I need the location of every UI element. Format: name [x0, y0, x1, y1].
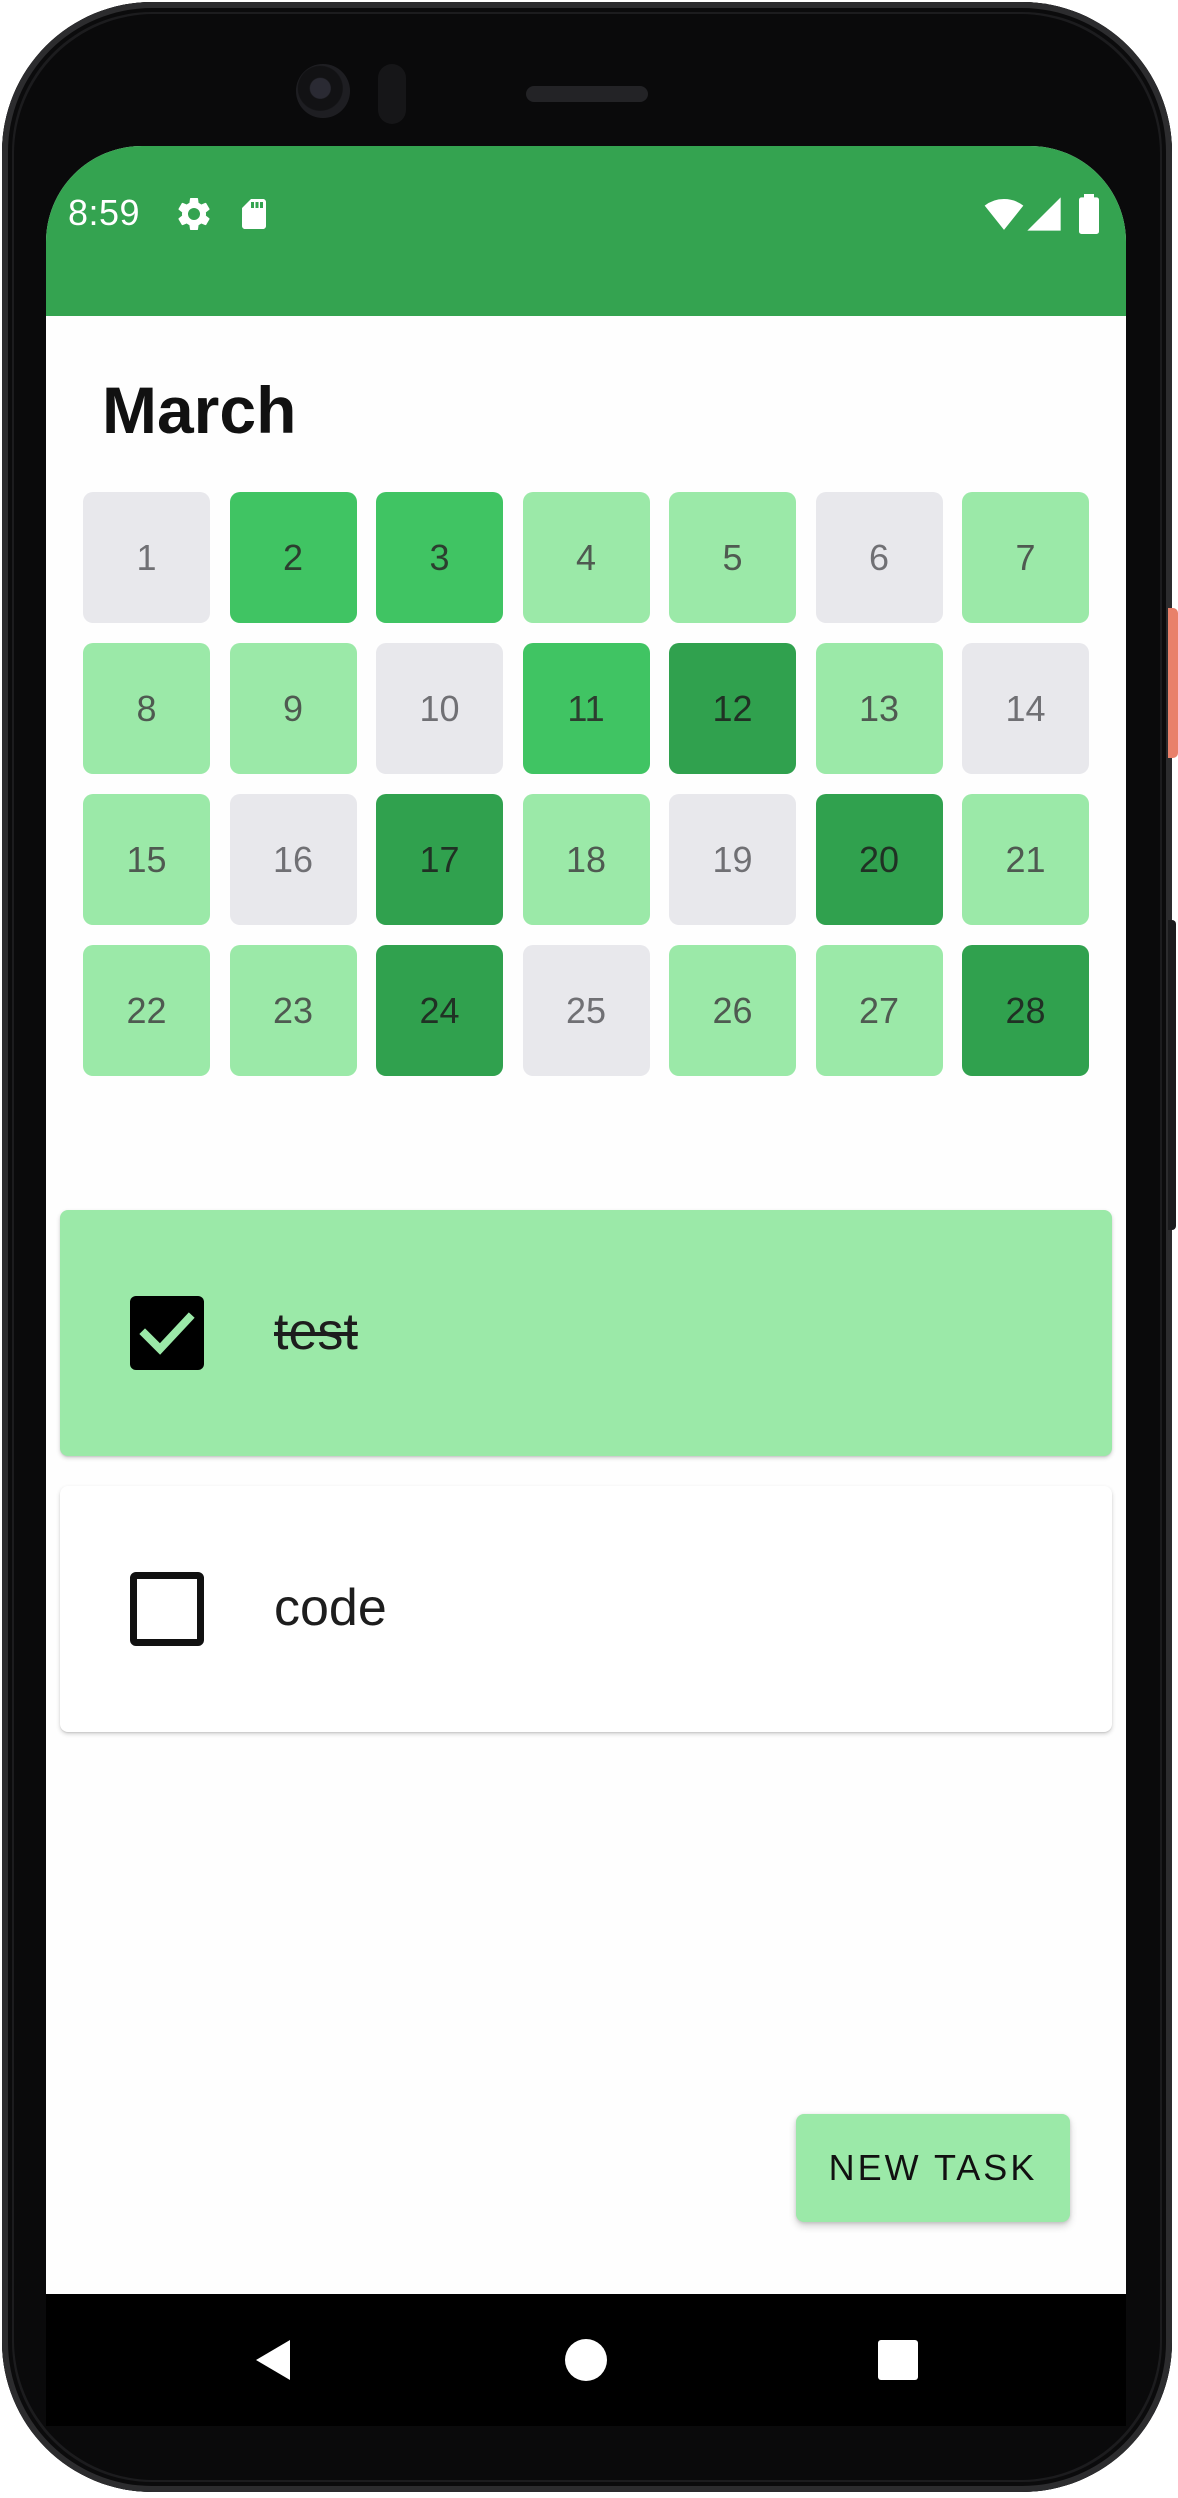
- calendar-day[interactable]: 14: [962, 643, 1089, 774]
- phone-frame: 8:59 March 1 2 3 4 5 6 7 8 9 10 11 12 13…: [0, 0, 1178, 2498]
- calendar-day[interactable]: 11: [522, 643, 650, 774]
- checkmark-icon: [139, 1312, 195, 1355]
- calendar-day[interactable]: 8: [83, 643, 210, 774]
- task-label: test: [274, 1303, 358, 1361]
- task-card[interactable]: test: [60, 1210, 1112, 1456]
- back-icon[interactable]: [250, 2336, 298, 2384]
- calendar-day[interactable]: 2: [229, 492, 357, 623]
- calendar-day[interactable]: 16: [229, 794, 357, 925]
- status-bar: 8:59: [46, 146, 1126, 316]
- calendar-day[interactable]: 17: [376, 794, 503, 925]
- calendar-day[interactable]: 10: [376, 643, 503, 774]
- recents-icon[interactable]: [874, 2336, 922, 2384]
- home-icon[interactable]: [562, 2336, 610, 2384]
- proximity-sensor: [378, 64, 406, 124]
- calendar-day[interactable]: 24: [376, 945, 503, 1076]
- front-camera: [296, 64, 350, 118]
- calendar-day[interactable]: 4: [522, 492, 650, 623]
- calendar-day[interactable]: 21: [962, 794, 1089, 925]
- wifi-icon: [982, 194, 1026, 239]
- task-checkbox-checked[interactable]: [130, 1296, 204, 1370]
- calendar-day[interactable]: 22: [83, 945, 210, 1076]
- navigation-bar: [46, 2294, 1126, 2426]
- app-screen: 8:59 March 1 2 3 4 5 6 7 8 9 10 11 12 13…: [46, 146, 1126, 2426]
- task-checkbox-unchecked[interactable]: [130, 1572, 204, 1646]
- status-time: 8:59: [68, 192, 141, 233]
- battery-icon: [1076, 194, 1102, 239]
- calendar-day[interactable]: 27: [815, 945, 943, 1076]
- task-label: code: [274, 1579, 387, 1637]
- settings-gear-icon: [174, 194, 214, 239]
- calendar-day[interactable]: 7: [962, 492, 1089, 623]
- new-task-button[interactable]: NEW TASK: [796, 2114, 1070, 2222]
- task-card[interactable]: code: [60, 1486, 1112, 1732]
- sd-card-icon: [236, 194, 272, 239]
- calendar-day[interactable]: 6: [815, 492, 943, 623]
- calendar-day[interactable]: 19: [669, 794, 796, 925]
- calendar-day[interactable]: 28: [962, 945, 1089, 1076]
- calendar-day[interactable]: 25: [522, 945, 650, 1076]
- calendar-day[interactable]: 13: [815, 643, 943, 774]
- calendar-day[interactable]: 26: [669, 945, 796, 1076]
- cell-signal-icon: [1024, 194, 1064, 239]
- volume-button: [1168, 920, 1176, 1230]
- calendar-day[interactable]: 9: [229, 643, 357, 774]
- calendar-day[interactable]: 23: [229, 945, 357, 1076]
- month-title: March: [102, 373, 297, 447]
- calendar-day[interactable]: 3: [376, 492, 503, 623]
- calendar-day[interactable]: 12: [669, 643, 796, 774]
- calendar-grid: 1 2 3 4 5 6 7 8 9 10 11 12 13 14 15 16 17 18 19 20 21 22 23 24 2…: [83, 492, 1089, 1076]
- power-button: [1168, 608, 1178, 758]
- earpiece-speaker: [526, 86, 648, 102]
- calendar-day[interactable]: 18: [522, 794, 650, 925]
- calendar-day[interactable]: 20: [815, 794, 943, 925]
- calendar-day[interactable]: 1: [83, 492, 210, 623]
- calendar-day[interactable]: 5: [669, 492, 796, 623]
- calendar-day[interactable]: 15: [83, 794, 210, 925]
